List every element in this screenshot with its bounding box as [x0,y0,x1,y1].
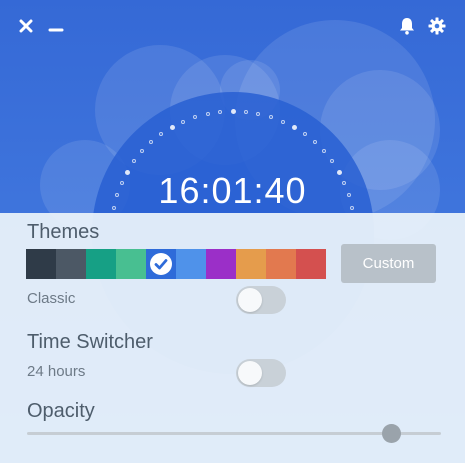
time-switcher-title: Time Switcher [27,331,153,353]
time-format-toggle[interactable] [236,359,286,387]
theme-swatches [26,249,326,279]
dial-tick [205,111,210,116]
classic-toggle[interactable] [236,286,286,314]
theme-swatch[interactable] [86,249,116,279]
toggle-knob [238,288,262,312]
minimize-button[interactable] [48,18,64,36]
theme-swatch[interactable] [266,249,296,279]
close-icon [19,19,33,33]
theme-swatch[interactable] [206,249,236,279]
bell-icon [400,18,414,35]
theme-swatch[interactable] [146,249,176,279]
theme-swatch[interactable] [236,249,266,279]
theme-swatch[interactable] [26,249,56,279]
minimize-icon [48,28,64,32]
toggle-knob [238,361,262,385]
classic-label: Classic [27,290,76,307]
dial-tick [268,114,273,119]
dial-tick [243,109,248,114]
notifications-button[interactable] [399,17,415,38]
clock-time: 16:01:40 [158,170,307,211]
dial-tick [218,109,223,114]
theme-swatch[interactable] [296,249,326,279]
settings-panel: Themes Custom Classic Time Switcher 24 h… [0,213,465,463]
dial-tick [329,159,334,164]
opacity-title: Opacity [27,400,95,422]
time-format-label: 24 hours [27,363,86,380]
theme-swatch[interactable] [116,249,146,279]
theme-swatch[interactable] [56,249,86,279]
dial-tick [231,109,236,114]
dial-tick [181,119,186,124]
settings-button[interactable] [428,17,446,38]
dial-tick [312,140,317,145]
clock-window: 16:01:40 Themes Custom Classic Time Swit… [0,0,465,463]
check-icon [150,253,172,275]
dial-tick [280,119,285,124]
theme-swatch[interactable] [176,249,206,279]
gear-icon [428,17,446,35]
opacity-slider-track[interactable] [27,432,441,435]
close-button[interactable] [19,18,33,36]
custom-theme-button[interactable]: Custom [341,244,436,283]
themes-title: Themes [27,221,100,243]
opacity-slider-thumb[interactable] [381,424,401,443]
